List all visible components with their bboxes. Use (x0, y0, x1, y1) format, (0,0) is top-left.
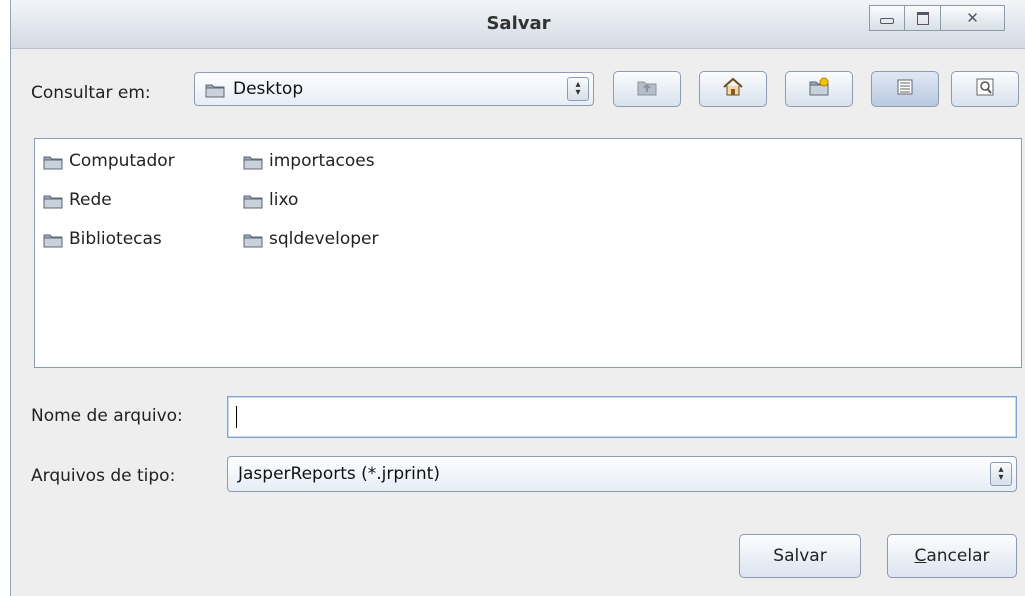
lookin-value: Desktop (233, 79, 304, 99)
list-item[interactable]: Bibliotecas (43, 229, 162, 249)
minimize-button[interactable] (869, 5, 905, 31)
cancel-button[interactable]: Cancelar (887, 534, 1017, 578)
up-folder-button[interactable] (613, 71, 681, 107)
title-bar[interactable]: Salvar ✕ (11, 0, 1025, 49)
minimize-icon (880, 18, 894, 24)
list-item-label: Computador (69, 151, 175, 171)
window-controls: ✕ (869, 5, 1005, 31)
lookin-dropdown-icon: ▴ ▾ (567, 77, 589, 101)
home-icon (722, 77, 744, 101)
up-folder-icon (636, 77, 658, 101)
list-view-icon (897, 79, 913, 99)
details-view-button[interactable] (951, 71, 1019, 107)
filetype-value: JasperReports (*.jrprint) (238, 464, 440, 484)
filetype-combo[interactable]: JasperReports (*.jrprint) ▴ ▾ (227, 456, 1017, 492)
save-dialog: Salvar ✕ Consultar em: Desktop ▴ ▾ Compu… (10, 0, 1025, 596)
folder-icon (243, 154, 263, 169)
folder-icon (43, 193, 63, 208)
maximize-button[interactable] (905, 5, 941, 31)
list-item[interactable]: importacoes (243, 151, 375, 171)
list-item-label: Bibliotecas (69, 229, 162, 249)
list-item[interactable]: Computador (43, 151, 175, 171)
filename-label: Nome de arquivo: (31, 406, 183, 426)
new-folder-icon (808, 77, 830, 101)
cancel-mnemonic: C (914, 546, 927, 566)
list-item-label: sqldeveloper (269, 229, 379, 249)
list-item-label: importacoes (269, 151, 375, 171)
folder-icon (43, 232, 63, 247)
cancel-label: ancelar (926, 546, 990, 566)
new-folder-button[interactable] (785, 71, 853, 107)
folder-icon (43, 154, 63, 169)
filetype-dropdown-icon: ▴ ▾ (990, 462, 1012, 486)
folder-icon (243, 232, 263, 247)
list-item[interactable]: lixo (243, 190, 298, 210)
filename-field[interactable] (227, 396, 1017, 438)
list-item[interactable]: Rede (43, 190, 112, 210)
list-view-button[interactable] (871, 71, 939, 107)
filetype-label: Arquivos de tipo: (31, 466, 176, 486)
close-button[interactable]: ✕ (941, 5, 1005, 31)
home-button[interactable] (699, 71, 767, 107)
list-item-label: Rede (69, 190, 112, 210)
list-item[interactable]: sqldeveloper (243, 229, 379, 249)
lookin-combo[interactable]: Desktop ▴ ▾ (194, 72, 594, 106)
details-view-icon (976, 78, 994, 100)
maximize-icon (916, 11, 929, 25)
save-button[interactable]: Salvar (739, 534, 861, 578)
list-item-label: lixo (269, 190, 299, 210)
file-list[interactable]: Computador Rede Bibliotecas importacoes … (34, 138, 1022, 368)
lookin-label: Consultar em: (31, 83, 151, 103)
folder-icon (205, 82, 225, 98)
text-caret (236, 406, 237, 428)
close-icon: ✕ (966, 9, 979, 27)
folder-icon (243, 193, 263, 208)
